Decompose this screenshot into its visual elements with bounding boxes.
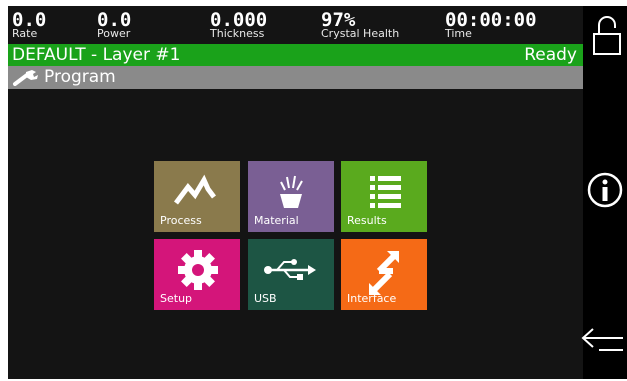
- thickness-label: Thickness: [210, 27, 265, 40]
- crystal-health-readout: 97% Crystal Health: [321, 9, 400, 40]
- thickness-value: 0.000: [210, 9, 268, 31]
- power-value: 0.0: [97, 9, 132, 31]
- power-label: Power: [97, 27, 131, 40]
- layer-name: DEFAULT - Layer #1: [12, 45, 181, 65]
- interface-label: Interface: [347, 292, 397, 305]
- usb-label: USB: [254, 292, 277, 305]
- process-tile[interactable]: Process: [154, 161, 240, 232]
- wrench-icon: [12, 69, 40, 93]
- rate-readout: 0.0 Rate: [12, 9, 47, 40]
- back-arrow-icon[interactable]: [579, 326, 625, 360]
- rate-value: 0.0: [12, 9, 47, 31]
- program-menu-bar[interactable]: Program: [8, 66, 583, 89]
- status-bar: DEFAULT - Layer #1 Ready: [8, 44, 583, 66]
- info-icon[interactable]: [586, 171, 624, 213]
- interface-tile[interactable]: Interface: [341, 239, 427, 310]
- material-label: Material: [254, 214, 299, 227]
- material-tile[interactable]: Material: [248, 161, 334, 232]
- thickness-readout: 0.000 Thickness: [210, 9, 268, 40]
- crystal-health-value: 97%: [321, 9, 356, 31]
- results-tile[interactable]: Results: [341, 161, 427, 232]
- results-label: Results: [347, 214, 387, 227]
- usb-tile[interactable]: USB: [248, 239, 334, 310]
- program-title: Program: [44, 67, 116, 87]
- right-sidebar: [581, 6, 627, 379]
- power-readout: 0.0 Power: [97, 9, 132, 40]
- time-readout: 00:00:00 Time: [445, 9, 537, 40]
- main-screen: 0.0 Rate 0.0 Power 0.000 Thickness 97% C…: [8, 6, 583, 379]
- lock-icon[interactable]: [593, 14, 621, 60]
- process-label: Process: [160, 214, 202, 227]
- setup-tile[interactable]: Setup: [154, 239, 240, 310]
- time-value: 00:00:00: [445, 9, 537, 31]
- status-text: Ready: [524, 45, 577, 65]
- setup-label: Setup: [160, 292, 193, 305]
- crystal-health-label: Crystal Health: [321, 27, 400, 40]
